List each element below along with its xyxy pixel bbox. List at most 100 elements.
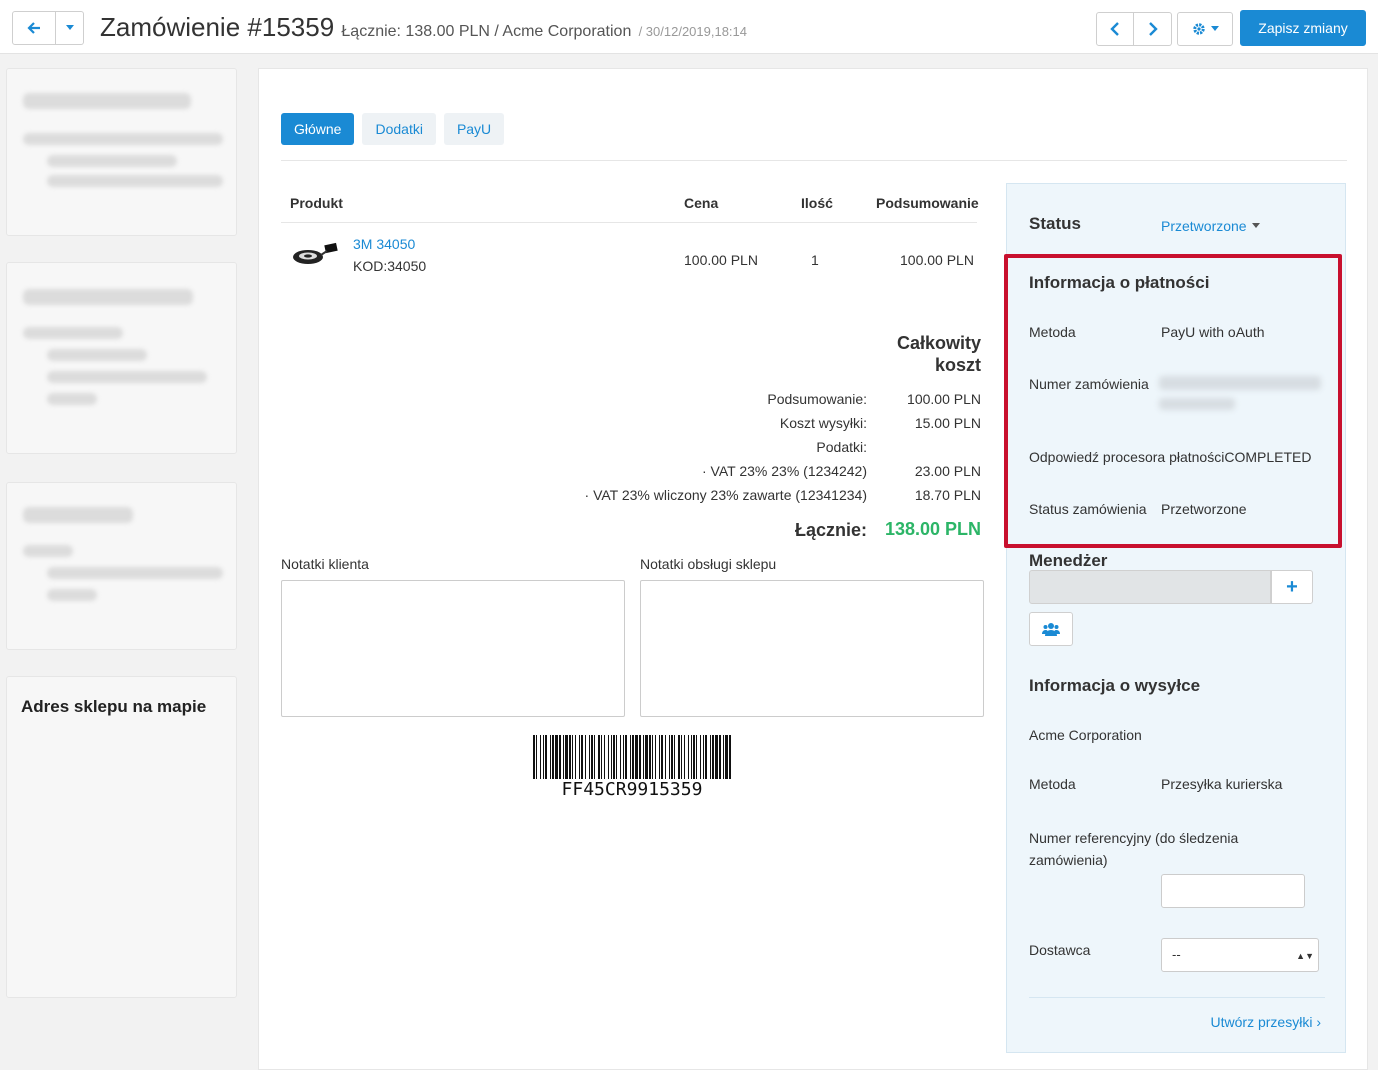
status-value: Przetworzone <box>1161 218 1247 234</box>
blurred-content <box>23 545 73 557</box>
caret-down-icon <box>1252 223 1261 228</box>
barcode-bar <box>671 735 673 779</box>
payment-method-label: Metoda <box>1029 324 1076 340</box>
barcode-bar <box>533 735 535 779</box>
barcode-bar <box>705 735 707 779</box>
product-price: 100.00 PLN <box>684 252 758 268</box>
barcode-bar <box>715 735 718 779</box>
tab-payu[interactable]: PayU <box>443 113 505 145</box>
order-main-panel: Główne Dodatki PayU Produkt Cena Ilość P… <box>258 68 1368 1070</box>
barcode-bar <box>620 735 621 779</box>
caret-down-icon <box>1210 26 1219 31</box>
subtotal-label: Podsumowanie: <box>767 391 867 407</box>
vat-line-2-value: 18.70 PLN <box>914 487 981 503</box>
shipping-heading: Informacja o wysyłce <box>1029 676 1201 695</box>
staff-notes-textarea[interactable] <box>640 580 984 717</box>
barcode-bar <box>655 735 656 779</box>
payment-method-value: PayU with oAuth <box>1161 324 1265 340</box>
sidebar-box-map: Adres sklepu na mapie <box>6 676 237 998</box>
barcode-bar <box>719 735 721 779</box>
tracking-number-label: Numer referencyjny (do śledzenia zamówie… <box>1029 827 1238 871</box>
barcode-bar <box>613 735 615 779</box>
barcode-bar <box>674 735 675 779</box>
barcode-bar <box>681 735 682 779</box>
map-title: Adres sklepu na mapie <box>21 697 207 716</box>
order-status-value: Przetworzone <box>1161 501 1247 517</box>
barcode-bar <box>575 735 576 779</box>
barcode-bar <box>691 735 692 779</box>
settings-dropdown-button[interactable] <box>1177 12 1233 46</box>
shipping-company: Acme Corporation <box>1029 727 1142 743</box>
barcode-bar <box>661 735 663 779</box>
blurred-content <box>47 393 97 405</box>
back-button[interactable] <box>12 11 56 45</box>
barcode-bar <box>536 735 537 779</box>
arrow-left-icon <box>27 22 40 34</box>
sidebar-box-billing <box>6 262 237 454</box>
totals-title-line2: koszt <box>934 355 981 375</box>
barcode-bar <box>678 735 680 779</box>
manager-input[interactable] <box>1029 570 1271 604</box>
supplier-selected-value: -- <box>1172 947 1181 962</box>
tab-main[interactable]: Główne <box>281 113 355 145</box>
customer-notes-textarea[interactable] <box>281 580 625 717</box>
barcode-bar <box>598 735 600 779</box>
barcode-bar <box>693 735 695 779</box>
column-header-total: Podsumowanie <box>876 195 979 211</box>
plus-icon: + <box>1286 575 1298 598</box>
users-icon <box>1042 623 1060 636</box>
order-info-panel: Status Przetworzone Informacja o płatnoś… <box>1006 183 1346 1053</box>
barcode-bar <box>545 735 547 779</box>
blurred-content <box>47 175 223 187</box>
barcode-bar <box>616 735 617 779</box>
create-shipment-link[interactable]: Utwórz przesyłki › <box>1211 1014 1321 1030</box>
barcode-bar <box>569 735 571 779</box>
barcode-bar <box>659 735 660 779</box>
barcode-bar <box>579 735 580 779</box>
barcode-bar <box>710 735 711 779</box>
barcode-bar <box>623 735 624 779</box>
previous-order-button[interactable] <box>1096 12 1134 46</box>
panel-divider <box>1029 997 1325 998</box>
barcode-bar <box>729 735 731 779</box>
customer-notes-label: Notatki klienta <box>281 556 369 572</box>
staff-notes-label: Notatki obsługi sklepu <box>640 556 777 572</box>
barcode-bar <box>552 735 554 779</box>
status-dropdown[interactable]: Przetworzone <box>1161 218 1261 234</box>
barcode-bar <box>581 735 583 779</box>
chevron-right-icon <box>1148 22 1158 36</box>
table-header-divider <box>281 222 977 223</box>
barcode-bar <box>688 735 689 779</box>
processor-response-label: Odpowiedź procesora płatności <box>1029 449 1225 465</box>
product-thumbnail <box>293 242 338 264</box>
barcode-bar <box>543 735 544 779</box>
select-users-button[interactable] <box>1029 612 1073 646</box>
save-changes-button[interactable]: Zapisz zmiany <box>1240 10 1366 46</box>
back-dropdown-button[interactable] <box>56 11 84 45</box>
barcode-bar <box>550 735 551 779</box>
supplier-select[interactable]: -- ▲▼ <box>1161 938 1319 972</box>
column-header-price: Cena <box>684 195 719 211</box>
tab-addons[interactable]: Dodatki <box>362 113 436 145</box>
blurred-content <box>47 349 147 361</box>
totals-title-line1: Całkowity <box>896 333 981 353</box>
order-number-label: Numer zamówienia <box>1029 376 1149 392</box>
blurred-content <box>23 93 191 109</box>
processor-response: Odpowiedź procesora płatnościCOMPLETED <box>1029 449 1311 465</box>
order-status-label: Status zamówienia <box>1029 501 1147 517</box>
blurred-content <box>23 133 223 145</box>
barcode-bar <box>604 735 605 779</box>
tracking-number-input[interactable] <box>1161 874 1305 908</box>
barcode-bar <box>601 735 602 779</box>
barcode-bar <box>559 735 561 779</box>
top-bar: Zamówienie #15359 Łącznie: 138.00 PLN / … <box>0 0 1378 54</box>
barcode-bar <box>725 735 728 779</box>
sidebar-box-shipping <box>6 482 237 650</box>
product-link[interactable]: 3M 34050 <box>353 236 415 252</box>
barcode-bar <box>723 735 724 779</box>
add-manager-button[interactable]: + <box>1271 570 1313 604</box>
shipping-method-value: Przesyłka kurierska <box>1161 776 1283 792</box>
totals-title: Całkowity koszt <box>897 332 981 376</box>
order-number-redacted <box>1159 398 1235 410</box>
next-order-button[interactable] <box>1134 12 1172 46</box>
